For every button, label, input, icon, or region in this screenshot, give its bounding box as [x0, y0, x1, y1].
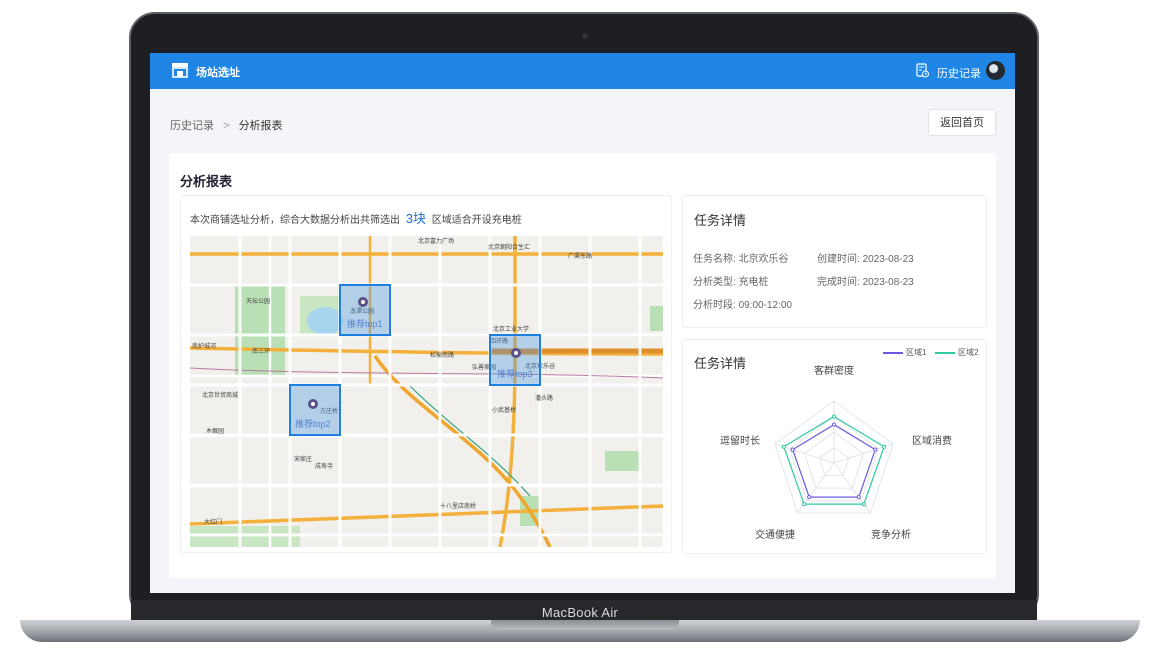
- back-home-button[interactable]: 返回首页: [928, 109, 996, 136]
- analysis-type-value: 充电桩: [738, 277, 769, 288]
- park-area: [650, 306, 663, 331]
- map-view[interactable]: 北京富力广场 北京朝阳合生汇 广渠东路 天坛公园 龙潭公园 北京工业大学 四环路…: [190, 236, 663, 547]
- summary-count: 3块: [405, 211, 427, 226]
- recommendation-top3[interactable]: 推荐top3: [489, 334, 541, 386]
- finished-time-label: 完成时间:: [817, 277, 860, 288]
- radar-point: [807, 495, 812, 500]
- created-time: 创建时间: 2023-08-23: [817, 250, 914, 265]
- radar-point: [781, 444, 786, 449]
- map-label: 南三环: [252, 347, 270, 355]
- map-label: 小武基桥: [492, 406, 516, 414]
- summary-suffix: 区域适合开设充电桩: [431, 215, 522, 226]
- recommendation-label: 推荐top2: [295, 418, 331, 429]
- radar-point: [856, 495, 861, 500]
- legend-swatch: [935, 351, 955, 354]
- map-label: 北京富力广场: [418, 237, 454, 245]
- analysis-type-label: 分析类型:: [693, 277, 736, 288]
- analysis-period: 分析时段: 09:00-12:00: [693, 296, 792, 311]
- store-icon[interactable]: [171, 62, 189, 78]
- breadcrumb-current: 分析报表: [238, 120, 283, 132]
- map-label: 北京朝阳合生汇: [488, 243, 530, 251]
- finished-time-value: 2023-08-23: [862, 277, 914, 288]
- document-clock-icon[interactable]: [916, 63, 929, 78]
- map-label: 天坛公园: [246, 297, 270, 305]
- legend-item[interactable]: 区域2: [935, 347, 978, 358]
- legend-label: 区域1: [906, 348, 927, 357]
- radar-card: 任务详情 区域1 区域2 客群密度 区域消费 竞争分析 交通便捷 逗留时长: [682, 339, 987, 554]
- radar-point: [831, 414, 837, 419]
- breadcrumb: 历史记录 > 分析报表: [170, 117, 283, 133]
- park-area: [605, 451, 640, 471]
- summary-text: 本次商铺选址分析，综合大数据分析出共筛选出 3块 区域适合开设充电桩: [190, 208, 522, 227]
- legend-item[interactable]: 区域1: [883, 347, 926, 358]
- legend-swatch: [883, 351, 903, 354]
- radar-point: [882, 444, 887, 449]
- laptop-notch: [491, 620, 679, 630]
- radar-chart: [774, 400, 894, 514]
- analysis-period-value: 09:00-12:00: [738, 300, 792, 311]
- map-panel: 本次商铺选址分析，综合大数据分析出共筛选出 3块 区域适合开设充电桩 北京富力广…: [180, 195, 672, 553]
- screen: 场站选址 历史记录 历史记录 > 分析报表 返回首页 分析报表 本次商铺选址分析…: [150, 53, 1015, 593]
- map-canvas[interactable]: 北京富力广场 北京朝阳合生汇 广渠东路 天坛公园 龙潭公园 北京工业大学 四环路…: [190, 236, 663, 547]
- report-card: 分析报表 本次商铺选址分析，综合大数据分析出共筛选出 3块 区域适合开设充电桩: [169, 153, 996, 578]
- radar-point: [861, 502, 866, 507]
- map-label: 宋家庄: [294, 455, 312, 463]
- map-label: 南护城河: [192, 342, 216, 350]
- radar-point: [831, 422, 837, 427]
- camera-icon: [582, 33, 588, 39]
- device-brand: MacBook Air: [541, 605, 619, 620]
- task-name-value: 北京欢乐谷: [738, 254, 789, 265]
- breadcrumb-separator: >: [223, 120, 230, 132]
- summary-prefix: 本次商铺选址分析，综合大数据分析出共筛选出: [190, 215, 400, 226]
- avatar[interactable]: [986, 61, 1005, 80]
- map-label: 潘头路: [535, 394, 553, 402]
- task-name: 任务名称: 北京欢乐谷: [693, 250, 789, 265]
- analysis-type: 分析类型: 充电桩: [693, 273, 769, 288]
- recommendation-label: 推荐top1: [347, 318, 383, 329]
- map-label: 大红门: [204, 518, 222, 526]
- task-detail-card: 任务详情 任务名称: 北京欢乐谷 创建时间: 2023-08-23 分析类型: …: [682, 195, 987, 328]
- map-label: 北京世贸商城: [202, 391, 238, 399]
- map-label: 成寿寺: [315, 462, 333, 470]
- map-label: 木樨园: [206, 427, 224, 435]
- created-time-value: 2023-08-23: [862, 254, 914, 265]
- recommendation-top2[interactable]: 推荐top2: [289, 384, 341, 436]
- task-detail-title: 任务详情: [694, 213, 747, 228]
- recommendation-label: 推荐top3: [497, 368, 533, 379]
- map-label: 广渠东路: [568, 252, 592, 260]
- report-title: 分析报表: [180, 174, 233, 189]
- legend-label: 区域2: [958, 348, 979, 357]
- created-time-label: 创建时间:: [817, 254, 860, 265]
- task-name-label: 任务名称:: [693, 254, 736, 265]
- axis-label: 客群密度: [814, 366, 854, 377]
- analysis-period-label: 分析时段:: [693, 300, 736, 311]
- radar-point: [873, 447, 878, 452]
- map-label: 十八里店南桥: [440, 502, 476, 510]
- radar-point: [802, 502, 807, 507]
- history-link[interactable]: 历史记录: [937, 65, 981, 81]
- finished-time: 完成时间: 2023-08-23: [817, 273, 914, 288]
- map-label: 北京工业大学: [493, 325, 529, 333]
- top-bar: 场站选址 历史记录: [150, 53, 1015, 89]
- breadcrumb-parent[interactable]: 历史记录: [170, 120, 214, 132]
- recommendation-top1[interactable]: 推荐top1: [339, 284, 391, 336]
- map-label: 松榆南路: [430, 351, 454, 359]
- app-title[interactable]: 场站选址: [196, 64, 240, 80]
- radar-point: [790, 447, 795, 452]
- lake-area: [307, 307, 343, 335]
- radar-card-title: 任务详情: [694, 356, 747, 371]
